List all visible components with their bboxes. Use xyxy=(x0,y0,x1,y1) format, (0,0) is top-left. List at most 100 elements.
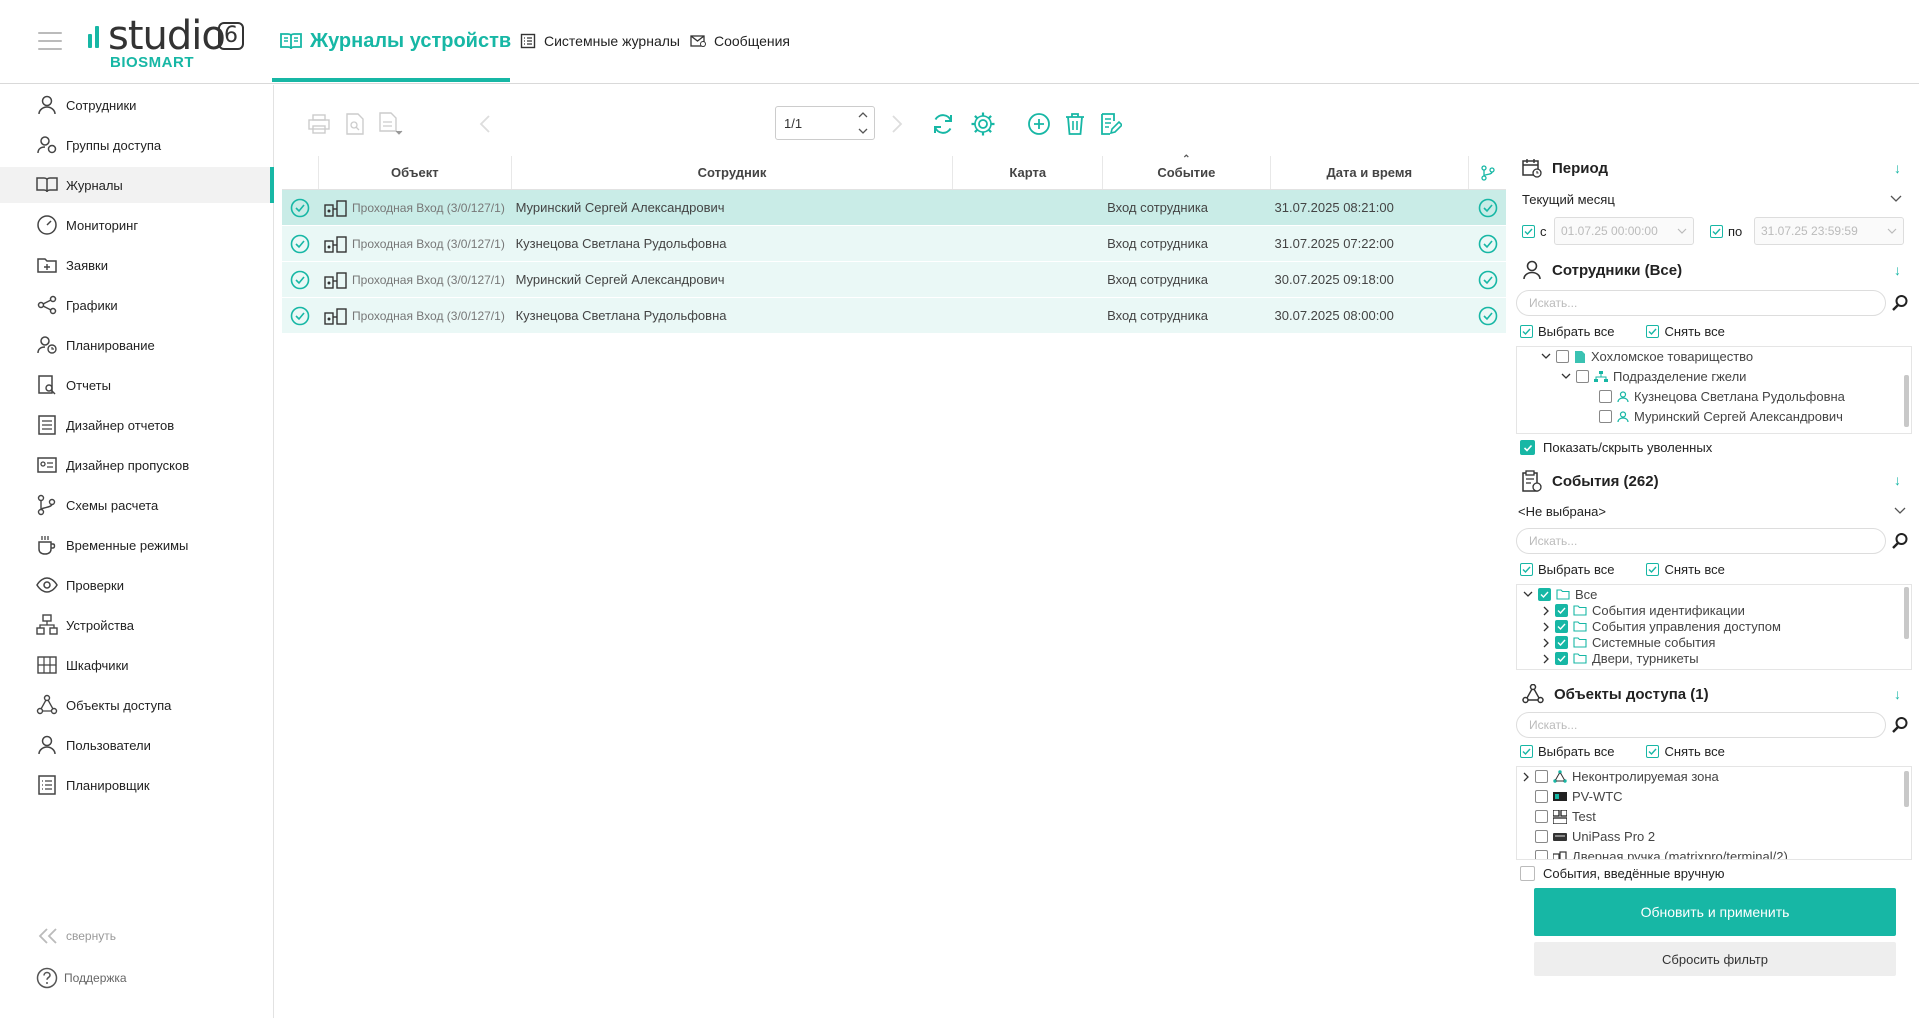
checkbox[interactable] xyxy=(1535,790,1548,803)
access-objects-select-all[interactable]: Выбрать все xyxy=(1520,744,1614,759)
sidebar-item-reports[interactable]: Отчеты xyxy=(0,367,274,403)
access-objects-clear-all[interactable]: Снять все xyxy=(1646,744,1725,759)
header-employee[interactable]: Сотрудник xyxy=(512,156,954,189)
sidebar-item-scheduler[interactable]: Планировщик xyxy=(0,767,274,803)
checkbox[interactable] xyxy=(1520,866,1535,881)
sidebar-item-lockers[interactable]: Шкафчики xyxy=(0,647,274,683)
row-check[interactable] xyxy=(282,262,319,297)
sidebar-item-users[interactable]: Пользователи xyxy=(0,727,274,763)
tree-node-employee[interactable]: Муринский Сергей Александрович xyxy=(1599,409,1843,424)
header-filter-cell[interactable] xyxy=(1469,156,1506,189)
events-select-all[interactable]: Выбрать все xyxy=(1520,562,1614,577)
tree-node-access-object[interactable]: Дверная ручка (matrixpro/terminal/2) xyxy=(1535,849,1788,859)
table-row[interactable]: Проходная Вход (3/0/127/1) Муринский Сер… xyxy=(282,190,1506,226)
menu-icon[interactable] xyxy=(38,32,62,50)
employees-search-input[interactable]: Искать... xyxy=(1516,290,1886,316)
next-page-button[interactable] xyxy=(883,110,911,138)
tab-messages[interactable]: Сообщения xyxy=(690,26,790,56)
row-check[interactable] xyxy=(282,190,319,225)
sidebar-item-calc-schemes[interactable]: Схемы расчета xyxy=(0,487,274,523)
arrow-down-icon[interactable]: ↓ xyxy=(1894,160,1901,176)
chevron-up-icon[interactable] xyxy=(858,111,868,118)
tree-node-access-object[interactable]: Test xyxy=(1535,809,1596,824)
checkbox[interactable] xyxy=(1599,390,1612,403)
delete-button[interactable] xyxy=(1061,110,1089,138)
checkbox[interactable] xyxy=(1535,830,1548,843)
sidebar-item-time-modes[interactable]: Временные режимы xyxy=(0,527,274,563)
row-check[interactable] xyxy=(282,298,319,333)
events-search-input[interactable]: Искать... xyxy=(1516,528,1886,554)
refresh-button[interactable] xyxy=(929,110,957,138)
arrow-down-icon[interactable]: ↓ xyxy=(1894,686,1901,702)
reset-filter-button[interactable]: Сбросить фильтр xyxy=(1534,942,1896,976)
header-object[interactable]: Объект xyxy=(319,156,512,189)
tree-node-access-object[interactable]: PV-WTC xyxy=(1535,789,1623,804)
checkbox[interactable] xyxy=(1555,620,1568,633)
checkbox[interactable] xyxy=(1520,440,1535,455)
employees-clear-all[interactable]: Снять все xyxy=(1646,324,1725,339)
checkbox[interactable] xyxy=(1710,225,1723,238)
arrow-down-icon[interactable]: ↓ xyxy=(1894,262,1901,278)
table-row[interactable]: Проходная Вход (3/0/127/1) Муринский Сер… xyxy=(282,262,1506,298)
tree-node-event-group[interactable]: Системные события xyxy=(1543,635,1715,650)
search-icon[interactable] xyxy=(1891,294,1909,312)
chevron-down-icon[interactable] xyxy=(1541,353,1551,360)
chevron-down-icon[interactable] xyxy=(858,128,868,135)
access-objects-tree-scrollbar[interactable] xyxy=(1904,771,1909,807)
access-objects-search-input[interactable]: Искать... xyxy=(1516,712,1886,738)
checkbox[interactable] xyxy=(1599,410,1612,423)
manual-events-toggle[interactable]: События, введённые вручную xyxy=(1520,866,1725,881)
tree-node-access-object[interactable]: Неконтролируемая зона xyxy=(1523,769,1719,784)
header-datetime[interactable]: Дата и время xyxy=(1271,156,1470,189)
checkbox[interactable] xyxy=(1535,770,1548,783)
events-tree-scrollbar[interactable] xyxy=(1904,587,1909,639)
sidebar-item-schedules[interactable]: Графики xyxy=(0,287,274,323)
checkbox[interactable] xyxy=(1556,350,1569,363)
add-button[interactable] xyxy=(1025,110,1053,138)
export-button[interactable] xyxy=(377,110,405,138)
period-select[interactable]: Текущий месяц xyxy=(1522,188,1902,210)
preview-button[interactable] xyxy=(341,110,369,138)
events-select[interactable]: <Не выбрана> xyxy=(1518,500,1906,522)
tree-node-all-events[interactable]: Все xyxy=(1523,587,1597,602)
tree-node-employee[interactable]: Кузнецова Светлана Рудольфовна xyxy=(1599,389,1845,404)
collapse-sidebar-button[interactable]: свернуть xyxy=(36,927,116,945)
search-icon[interactable] xyxy=(1891,532,1909,550)
employees-tree-scrollbar[interactable] xyxy=(1904,375,1909,427)
chevron-right-icon[interactable] xyxy=(1543,638,1550,648)
date-from-input[interactable]: 01.07.25 00:00:00 xyxy=(1554,217,1694,245)
prev-page-button[interactable] xyxy=(471,110,499,138)
print-button[interactable] xyxy=(305,110,333,138)
header-card[interactable]: Карта xyxy=(953,156,1104,189)
sidebar-item-employees[interactable]: Сотрудники xyxy=(0,87,274,123)
checkbox[interactable] xyxy=(1555,636,1568,649)
edit-button[interactable] xyxy=(1097,110,1125,138)
checkbox[interactable] xyxy=(1535,810,1548,823)
chevron-down-icon[interactable] xyxy=(1523,591,1533,598)
tree-node-event-group[interactable]: События управления доступом xyxy=(1543,619,1781,634)
tab-device-logs[interactable]: Журналы устройств xyxy=(280,26,511,56)
sidebar-item-checks[interactable]: Проверки xyxy=(0,567,274,603)
sidebar-item-requests[interactable]: Заявки xyxy=(0,247,274,283)
sidebar-item-devices[interactable]: Устройства xyxy=(0,607,274,643)
page-input[interactable]: 1/1 xyxy=(775,106,875,140)
chevron-right-icon[interactable] xyxy=(1523,772,1530,782)
row-check[interactable] xyxy=(282,226,319,261)
arrow-down-icon[interactable]: ↓ xyxy=(1894,472,1901,488)
search-icon[interactable] xyxy=(1891,716,1909,734)
sidebar-item-pass-designer[interactable]: Дизайнер пропусков xyxy=(0,447,274,483)
sidebar-item-report-designer[interactable]: Дизайнер отчетов xyxy=(0,407,274,443)
sidebar-item-access-groups[interactable]: Группы доступа xyxy=(0,127,274,163)
header-event[interactable]: ⌃ Событие xyxy=(1103,154,1271,189)
access-objects-section-title[interactable]: Объекты доступа (1) xyxy=(1522,684,1709,704)
show-fired-toggle[interactable]: Показать/скрыть уволенных xyxy=(1520,440,1712,455)
tree-node-access-object[interactable]: UniPass Pro 2 xyxy=(1535,829,1655,844)
tab-system-logs[interactable]: Системные журналы xyxy=(520,26,680,56)
checkbox[interactable] xyxy=(1576,370,1589,383)
table-row[interactable]: Проходная Вход (3/0/127/1) Кузнецова Све… xyxy=(282,226,1506,262)
period-from-toggle[interactable]: с xyxy=(1522,224,1547,239)
sidebar-item-access-objects[interactable]: Объекты доступа xyxy=(0,687,274,723)
period-to-toggle[interactable]: по xyxy=(1710,224,1742,239)
checkbox[interactable] xyxy=(1555,652,1568,665)
apply-filter-button[interactable]: Обновить и применить xyxy=(1534,888,1896,936)
